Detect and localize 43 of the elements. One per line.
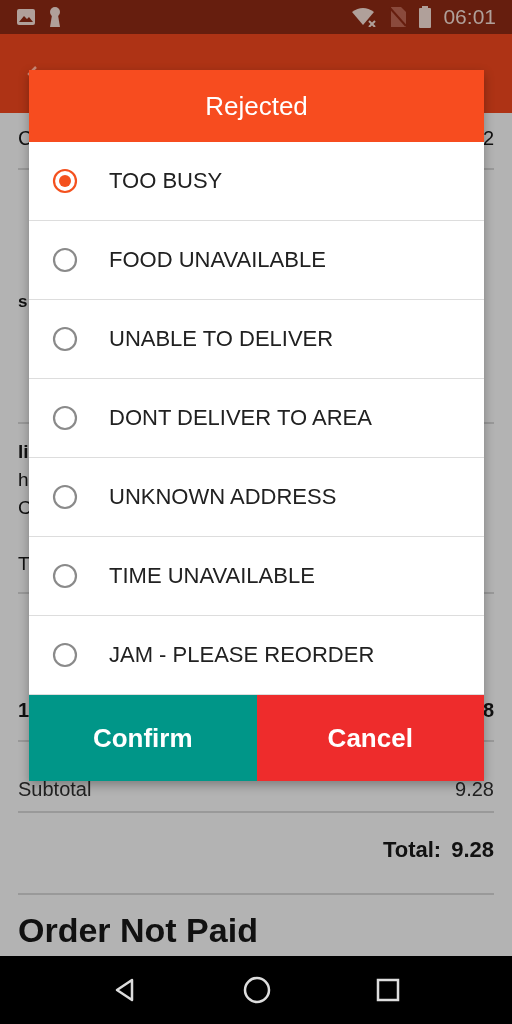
home-icon[interactable]	[243, 976, 271, 1004]
radio-button[interactable]	[52, 247, 78, 273]
reason-label: FOOD UNAVAILABLE	[109, 247, 326, 273]
wifi-off-icon	[351, 7, 378, 27]
confirm-button[interactable]: Confirm	[29, 695, 257, 781]
item-price: 8	[482, 698, 494, 723]
reason-option[interactable]: TOO BUSY	[29, 142, 484, 221]
item-quantity: 1	[18, 698, 30, 723]
reason-option[interactable]: TIME UNAVAILABLE	[29, 537, 484, 616]
subtotal-value: 9.28	[455, 778, 494, 801]
status-time: 06:01	[443, 5, 496, 29]
radio-button[interactable]	[52, 563, 78, 589]
no-sim-icon	[389, 6, 408, 28]
radio-button[interactable]	[52, 168, 78, 194]
total-value: 9.28	[451, 837, 494, 863]
cancel-button[interactable]: Cancel	[256, 695, 484, 781]
reason-label: DONT DELIVER TO AREA	[109, 405, 372, 431]
reason-label: TIME UNAVAILABLE	[109, 563, 315, 589]
keyhole-icon	[48, 6, 62, 28]
battery-icon	[419, 6, 432, 28]
radio-button[interactable]	[52, 642, 78, 668]
subtotal-label: Subtotal	[18, 778, 92, 801]
section-label: s	[18, 292, 29, 312]
reason-option[interactable]: FOOD UNAVAILABLE	[29, 221, 484, 300]
total-label: Total:	[382, 837, 442, 863]
payment-status: Order Not Paid	[18, 910, 259, 949]
radio-button[interactable]	[52, 484, 78, 510]
reason-option[interactable]: UNABLE TO DELIVER	[29, 300, 484, 379]
order-text: 2	[482, 127, 494, 150]
radio-button[interactable]	[52, 405, 78, 431]
dialog-title: Rejected	[29, 70, 484, 142]
radio-button[interactable]	[52, 326, 78, 352]
reason-label: UNKNOWN ADDRESS	[109, 484, 337, 510]
address-line: h	[18, 468, 29, 492]
reason-label: TOO BUSY	[109, 168, 223, 194]
recents-icon[interactable]	[375, 978, 400, 1002]
address-line: T	[18, 552, 30, 576]
reason-label: UNABLE TO DELIVER	[109, 326, 334, 352]
reason-option[interactable]: UNKNOWN ADDRESS	[29, 458, 484, 537]
reason-option[interactable]: DONT DELIVER TO AREA	[29, 379, 484, 458]
address-name: li	[18, 440, 29, 464]
reason-label: JAM - PLEASE REORDER	[109, 642, 375, 668]
image-icon	[16, 8, 36, 26]
